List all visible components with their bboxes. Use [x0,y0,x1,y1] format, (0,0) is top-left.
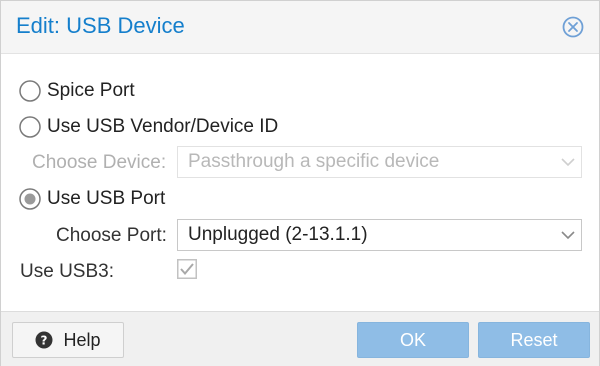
radio-unchecked-icon [19,116,41,138]
chevron-down-icon[interactable] [555,147,581,177]
checkmark-icon [177,259,197,279]
choose-port-value: Unplugged (2-13.1.1) [188,224,368,245]
usb-port-label: Use USB Port [47,188,166,209]
dialog-footer: ? Help OK Reset [1,311,599,366]
vendor-device-radio[interactable]: Use USB Vendor/Device ID [19,114,278,140]
dialog-header: Edit: USB Device [1,1,599,53]
help-button[interactable]: ? Help [12,322,124,358]
dialog-title: Edit: USB Device [16,13,185,38]
reset-label: Reset [510,329,558,350]
ok-label: OK [399,329,426,350]
choose-device-combo[interactable]: Passthrough a specific device [177,146,582,178]
usb-port-radio[interactable]: Use USB Port [19,186,165,212]
svg-text:?: ? [41,334,48,348]
reset-button[interactable]: Reset [478,322,590,358]
use-usb3-checkbox[interactable] [177,259,197,279]
help-label: Help [63,329,101,350]
spice-port-radio[interactable]: Spice Port [19,78,135,104]
radio-unchecked-icon [19,80,41,102]
question-circle-icon: ? [35,331,53,349]
use-usb3-label: Use USB3: [20,261,114,282]
choose-device-value: Passthrough a specific device [188,151,440,172]
dialog-body: Spice Port Use USB Vendor/Device ID Choo… [1,53,599,312]
close-icon[interactable] [562,16,584,38]
chevron-down-icon[interactable] [555,220,581,250]
choose-device-label: Choose Device: [32,152,167,173]
radio-checked-icon [19,188,41,210]
vendor-device-label: Use USB Vendor/Device ID [47,116,279,137]
spice-port-label: Spice Port [47,80,135,101]
edit-usb-device-dialog: Edit: USB Device Spice Port Use USB Vend… [0,0,600,366]
choose-port-combo[interactable]: Unplugged (2-13.1.1) [177,219,582,251]
ok-button[interactable]: OK [357,322,469,358]
choose-port-label: Choose Port: [56,225,167,246]
